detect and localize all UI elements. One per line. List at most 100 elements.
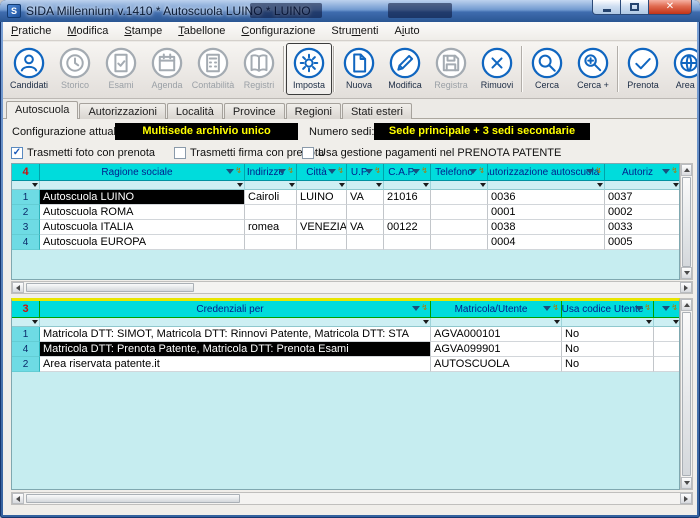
column-header-indirizzo[interactable]: Indirizzo↯	[245, 164, 297, 181]
row-count-cell[interactable]: 3	[12, 301, 40, 318]
table-cell[interactable]	[431, 220, 488, 235]
table-cell[interactable]: Matricola DTT: SIMOT, Matricola DTT: Rin…	[40, 327, 431, 342]
table-cell[interactable]	[431, 190, 488, 205]
column-header-credenziali-per[interactable]: Credenziali per↯	[40, 301, 431, 318]
minimize-button[interactable]	[592, 0, 621, 15]
table-cell[interactable]: AGVA000101	[431, 327, 562, 342]
sort-bolt-icon[interactable]: ↯	[337, 167, 344, 175]
filter-funnel-icon[interactable]	[365, 169, 373, 174]
column-dropdown[interactable]	[605, 181, 680, 190]
menu-item-strumenti[interactable]: Strumenti	[323, 23, 386, 39]
table-cell[interactable]: 0033	[605, 220, 680, 235]
row-number-cell[interactable]: 2	[12, 205, 40, 220]
column-dropdown[interactable]	[384, 181, 431, 190]
table-cell[interactable]	[431, 205, 488, 220]
table-cell[interactable]: 0004	[488, 235, 605, 250]
table-cell[interactable]: 0038	[488, 220, 605, 235]
checkbox-box[interactable]: ✓	[11, 147, 23, 159]
scroll-down-button[interactable]	[681, 267, 692, 279]
modifica-button[interactable]: Modifica	[382, 43, 428, 95]
filter-funnel-icon[interactable]	[328, 169, 336, 174]
table-cell[interactable]: Area riservata patente.it	[40, 357, 431, 372]
table-cell[interactable]: 0002	[605, 205, 680, 220]
checkbox-box[interactable]	[174, 147, 186, 159]
menu-item-configurazione[interactable]: Configurazione	[233, 23, 323, 39]
filter-funnel-icon[interactable]	[412, 169, 420, 174]
table-cell[interactable]: romea	[245, 220, 297, 235]
table1-horizontal-scrollbar[interactable]	[11, 281, 693, 294]
table-cell[interactable]: AUTOSCUOLA	[431, 357, 562, 372]
table-cell[interactable]	[431, 235, 488, 250]
filter-funnel-icon[interactable]	[226, 169, 234, 174]
column-header-matricola-utente[interactable]: Matricola/Utente↯	[431, 301, 562, 318]
menu-item-aiuto[interactable]: Aiuto	[386, 23, 427, 39]
column-header-citt[interactable]: Città↯	[297, 164, 347, 181]
table-cell[interactable]: 21016	[384, 190, 431, 205]
table-cell[interactable]: No	[562, 357, 654, 372]
sort-bolt-icon[interactable]: ↯	[478, 167, 485, 175]
scroll-left-button[interactable]	[12, 493, 24, 504]
column-dropdown[interactable]	[40, 181, 245, 190]
filter-funnel-icon[interactable]	[278, 169, 286, 174]
titlebar[interactable]: S SIDA Millennium v.1410 * Autoscuola LU…	[0, 0, 700, 22]
column-header-autoriz[interactable]: Autoriz↯	[605, 164, 680, 181]
column-header-telefono[interactable]: Telefono↯	[431, 164, 488, 181]
table-cell[interactable]: LUINO	[297, 190, 347, 205]
scroll-up-button[interactable]	[681, 299, 692, 311]
table-cell[interactable]	[297, 205, 347, 220]
scroll-right-button[interactable]	[680, 282, 692, 293]
filter-funnel-icon[interactable]	[586, 169, 594, 174]
filter-funnel-icon[interactable]	[662, 169, 670, 174]
sort-bolt-icon[interactable]: ↯	[552, 304, 559, 312]
scroll-left-button[interactable]	[12, 282, 24, 293]
tab-stati-esteri[interactable]: Stati esteri	[342, 103, 412, 119]
table-cell[interactable]	[297, 235, 347, 250]
tab-autoscuola[interactable]: Autoscuola	[6, 101, 78, 119]
row-number-cell[interactable]: 2	[12, 357, 40, 372]
table-cell[interactable]	[654, 327, 680, 342]
column-dropdown[interactable]	[12, 181, 40, 190]
row-number-cell[interactable]: 3	[12, 220, 40, 235]
table-cell[interactable]: 00122	[384, 220, 431, 235]
maximize-button[interactable]	[621, 0, 648, 15]
sort-bolt-icon[interactable]: ↯	[671, 304, 678, 312]
nuova-button[interactable]: Nuova	[336, 43, 382, 95]
column-dropdown[interactable]	[245, 181, 297, 190]
cerca-button[interactable]: Cerca	[524, 43, 570, 95]
column-dropdown[interactable]	[488, 181, 605, 190]
tab-province[interactable]: Province	[224, 103, 285, 119]
column-header-usa-codice-utente[interactable]: Usa codice Utente↯	[562, 301, 654, 318]
filter-funnel-icon[interactable]	[543, 306, 551, 311]
row-number-cell[interactable]: 1	[12, 190, 40, 205]
table-cell[interactable]: Autoscuola EUROPA	[40, 235, 245, 250]
menu-item-tabellone[interactable]: Tabellone	[170, 23, 233, 39]
column-dropdown[interactable]	[654, 318, 680, 327]
column-dropdown[interactable]	[431, 181, 488, 190]
table-cell[interactable]: 0036	[488, 190, 605, 205]
sort-bolt-icon[interactable]: ↯	[595, 167, 602, 175]
table-cell[interactable]: VA	[347, 190, 384, 205]
area-p-button[interactable]: Area p	[666, 43, 697, 95]
imposta-button[interactable]: Imposta	[286, 43, 332, 95]
row-count-cell[interactable]: 4	[12, 164, 40, 181]
close-button[interactable]: ✕	[648, 0, 692, 15]
table-cell[interactable]: Autoscuola LUINO	[40, 190, 245, 205]
sort-bolt-icon[interactable]: ↯	[421, 167, 428, 175]
table-cell[interactable]: VENEZIA	[297, 220, 347, 235]
sort-bolt-icon[interactable]: ↯	[235, 167, 242, 175]
filter-funnel-icon[interactable]	[635, 306, 643, 311]
table-cell[interactable]	[384, 205, 431, 220]
column-header-item[interactable]: ↯	[654, 301, 680, 318]
table-cell[interactable]: No	[562, 327, 654, 342]
table-cell[interactable]: No	[562, 342, 654, 357]
candidati-button[interactable]: Candidati	[6, 43, 52, 95]
menu-item-pratiche[interactable]: Pratiche	[3, 23, 59, 39]
filter-funnel-icon[interactable]	[662, 306, 670, 311]
sort-bolt-icon[interactable]: ↯	[644, 304, 651, 312]
prenota-button[interactable]: Prenota	[620, 43, 666, 95]
column-dropdown[interactable]	[297, 181, 347, 190]
column-dropdown[interactable]	[12, 318, 40, 327]
table-cell[interactable]	[245, 235, 297, 250]
table-cell[interactable]	[245, 205, 297, 220]
column-header-autorizzazione-autoscuola[interactable]: Autorizzazione autoscuola↯	[488, 164, 605, 181]
